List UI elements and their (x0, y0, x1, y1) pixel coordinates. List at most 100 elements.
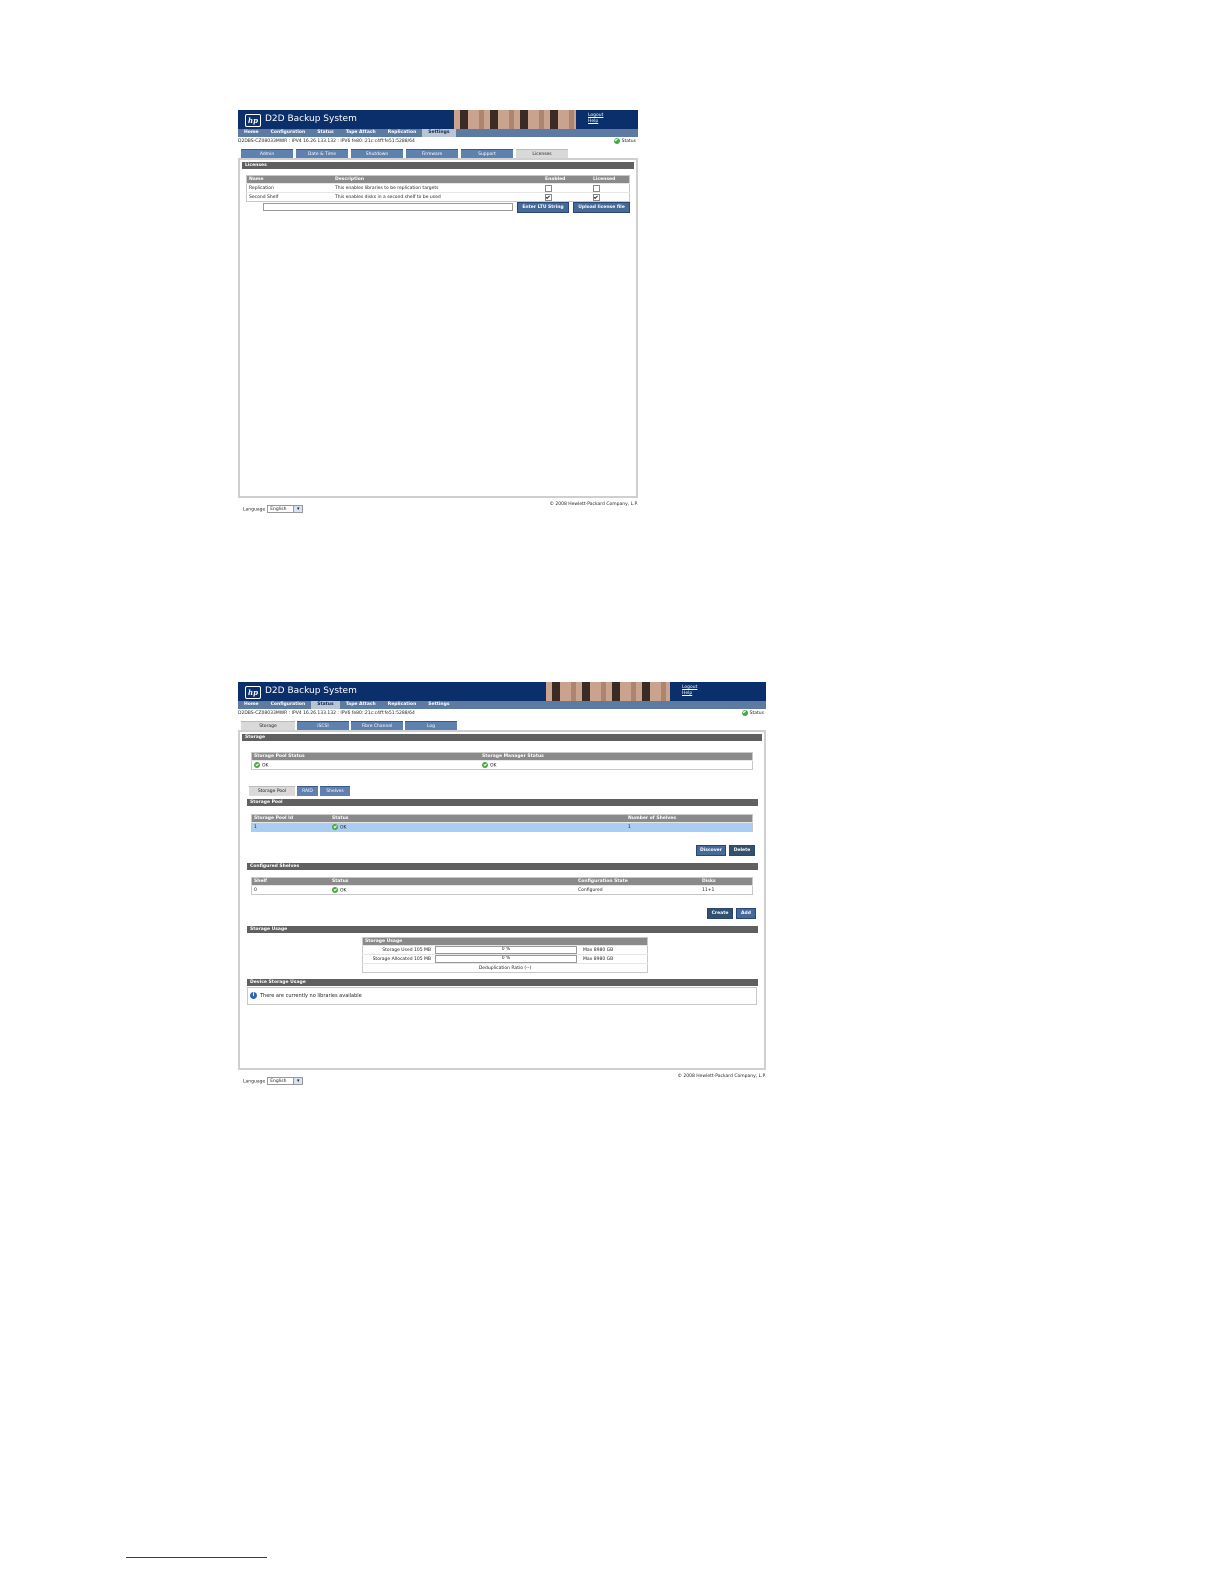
ltu-string-input[interactable] (263, 203, 513, 211)
app-title: D2D Backup System (265, 686, 357, 696)
footnote-divider (126, 1557, 267, 1558)
storage-allocated-max: Max 8980 GB (581, 954, 648, 964)
configured-shelves-band: Configured Shelves (247, 863, 758, 870)
ip-line: D2DBS-CZ08033MWR : IPV4 16.26.133.132 : … (238, 711, 415, 716)
storage-screenshot: hp D2D Backup System Logout Help Home Con… (238, 682, 766, 1088)
shelves-table: Shelf Status Configuration State Disks 0… (251, 877, 753, 895)
language-selector: Language English ▾ (243, 505, 304, 513)
hp-logo: hp (245, 686, 261, 699)
enter-ltu-button[interactable]: Enter LTU String (517, 202, 569, 213)
create-button[interactable]: Create (707, 908, 733, 919)
chevron-down-icon: ▾ (293, 1078, 303, 1084)
col-name: Name (246, 175, 333, 184)
col-config-state: Configuration State (576, 877, 700, 886)
device-storage-band: Device Storage Usage (247, 979, 758, 986)
storage-status-table: Storage Pool Status Storage Manager Stat… (251, 752, 753, 770)
subtab-raid[interactable]: RAID (297, 786, 318, 796)
hp-logo: hp (245, 114, 261, 127)
enabled-checkbox[interactable] (545, 184, 552, 192)
table-row: 0 OK Configured 11+1 (251, 885, 753, 895)
ok-check-icon (741, 709, 748, 716)
col-pool-status: Storage Pool Status (251, 752, 480, 761)
language-select[interactable]: English ▾ (267, 1077, 304, 1085)
subtab-storage-pool[interactable]: Storage Pool (249, 786, 295, 796)
license-name: Second Shelf (246, 192, 333, 202)
help-link[interactable]: Help (588, 119, 603, 125)
app-header: hp D2D Backup System Logout Help (238, 110, 638, 129)
licensed-checkbox[interactable] (593, 193, 600, 201)
col-pool-id: Storage Pool Id (251, 814, 330, 823)
page-footer: Language English ▾ © 2008 Hewlett-Packard … (238, 1074, 766, 1088)
licenses-screenshot: hp D2D Backup System Logout Help Home Con… (238, 110, 638, 516)
status-indicator[interactable]: Status (741, 709, 764, 719)
ip-info: D2DBS-CZ08033MWR : IPV4 16.26.133.132 : … (238, 137, 638, 147)
ok-check-icon (332, 886, 338, 893)
header-photo (546, 682, 670, 701)
nav-tape-attach[interactable]: Tape Attach (340, 129, 382, 137)
enabled-checkbox[interactable] (545, 193, 552, 201)
nav-settings[interactable]: Settings (422, 129, 456, 137)
storage-used-label: Storage Used 105 MB (362, 945, 433, 955)
header-links: Logout Help (682, 685, 697, 697)
shelf-id: 0 (251, 885, 330, 895)
col-disks: Disks (700, 877, 753, 886)
storage-usage-band: Storage Usage (247, 926, 758, 933)
nav-tape-attach[interactable]: Tape Attach (340, 701, 382, 709)
help-link[interactable]: Help (682, 691, 697, 697)
language-value: English (270, 507, 287, 512)
nav-replication[interactable]: Replication (382, 129, 423, 137)
language-select[interactable]: English ▾ (267, 505, 304, 513)
nav-status[interactable]: Status (311, 129, 339, 137)
col-shelf: Shelf (251, 877, 330, 886)
license-description: This enables libraries to be replication… (333, 183, 543, 193)
device-storage-box: i There are currently no libraries availa… (247, 987, 757, 1005)
table-row: OK OK (251, 760, 753, 770)
nav-replication[interactable]: Replication (382, 701, 423, 709)
table-row: Storage Used 105 MB 0 % Max 8980 GB (362, 945, 648, 955)
language-selector: Language English ▾ (243, 1077, 304, 1085)
licensed-checkbox[interactable] (593, 184, 600, 192)
ok-check-icon (482, 761, 488, 768)
license-name: Replication (246, 183, 333, 193)
storage-allocated-bar: 0 % (435, 955, 577, 963)
main-nav: Home Configuration Status Tape Attach Replic… (238, 701, 766, 709)
chevron-down-icon: ▾ (293, 506, 303, 512)
add-button[interactable]: Add (736, 908, 756, 919)
section-title: Licenses (242, 162, 634, 169)
status-label: Status (749, 711, 764, 716)
section-title: Storage (242, 734, 762, 741)
license-description: This enables disks in a second shelf to … (333, 192, 543, 202)
nav-configuration[interactable]: Configuration (265, 129, 312, 137)
nav-settings[interactable]: Settings (422, 701, 455, 709)
copyright: © 2008 Hewlett-Packard Company, L.P. (549, 502, 638, 507)
col-description: Description (333, 175, 543, 184)
nav-status[interactable]: Status (311, 701, 340, 709)
language-label: Language (243, 1079, 266, 1085)
col-enabled: Enabled (543, 175, 591, 184)
ip-line: D2DBS-CZ08033MWR : IPV4 16.26.133.132 : … (238, 139, 415, 144)
pool-id: 1 (251, 822, 330, 832)
table-row: Second Shelf This enables disks in a sec… (246, 192, 630, 202)
header-photo (454, 110, 576, 129)
table-row[interactable]: 1 OK 1 (251, 822, 753, 832)
copyright: © 2008 Hewlett-Packard Company, L.P. (677, 1074, 766, 1079)
nav-configuration[interactable]: Configuration (265, 701, 312, 709)
nav-home[interactable]: Home (238, 701, 265, 709)
status-indicator[interactable]: Status (613, 137, 636, 147)
table-row: Storage Allocated 105 MB 0 % Max 8980 GB (362, 954, 648, 964)
page-footer: Language English ▾ © 2008 Hewlett-Packard … (238, 502, 638, 516)
ok-check-icon (613, 137, 620, 144)
licenses-content: Name Description Enabled Licensed Replic… (240, 169, 636, 213)
info-icon: i (250, 992, 257, 999)
app-title: D2D Backup System (265, 114, 357, 124)
col-shelf-status: Status (330, 877, 576, 886)
col-licensed: Licensed (591, 175, 630, 184)
delete-button[interactable]: Delete (729, 845, 755, 856)
col-pool-status: Status (330, 814, 626, 823)
storage-pool-table: Storage Pool Id Status Number of Shelves… (251, 814, 753, 832)
subtab-shelves[interactable]: Shelves (320, 786, 350, 796)
nav-home[interactable]: Home (238, 129, 265, 137)
discover-button[interactable]: Discover (696, 845, 726, 856)
upload-license-button[interactable]: Upload license file (573, 202, 630, 213)
language-value: English (270, 1079, 287, 1084)
